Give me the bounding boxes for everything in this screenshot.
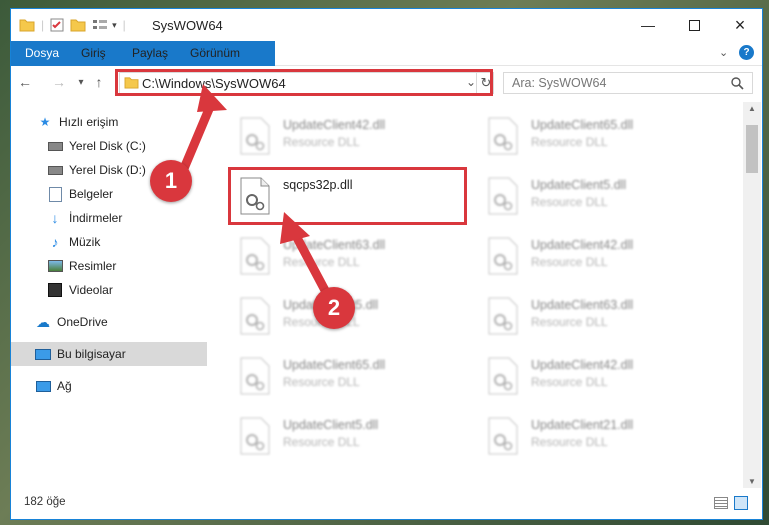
step-1-badge: 1: [150, 160, 192, 202]
arrow-2: [289, 227, 333, 301]
arrow-1-head: [197, 84, 227, 112]
step-2-badge: 2: [313, 287, 355, 329]
annotation-arrows: [175, 84, 333, 301]
arrow-2-head: [280, 212, 310, 244]
